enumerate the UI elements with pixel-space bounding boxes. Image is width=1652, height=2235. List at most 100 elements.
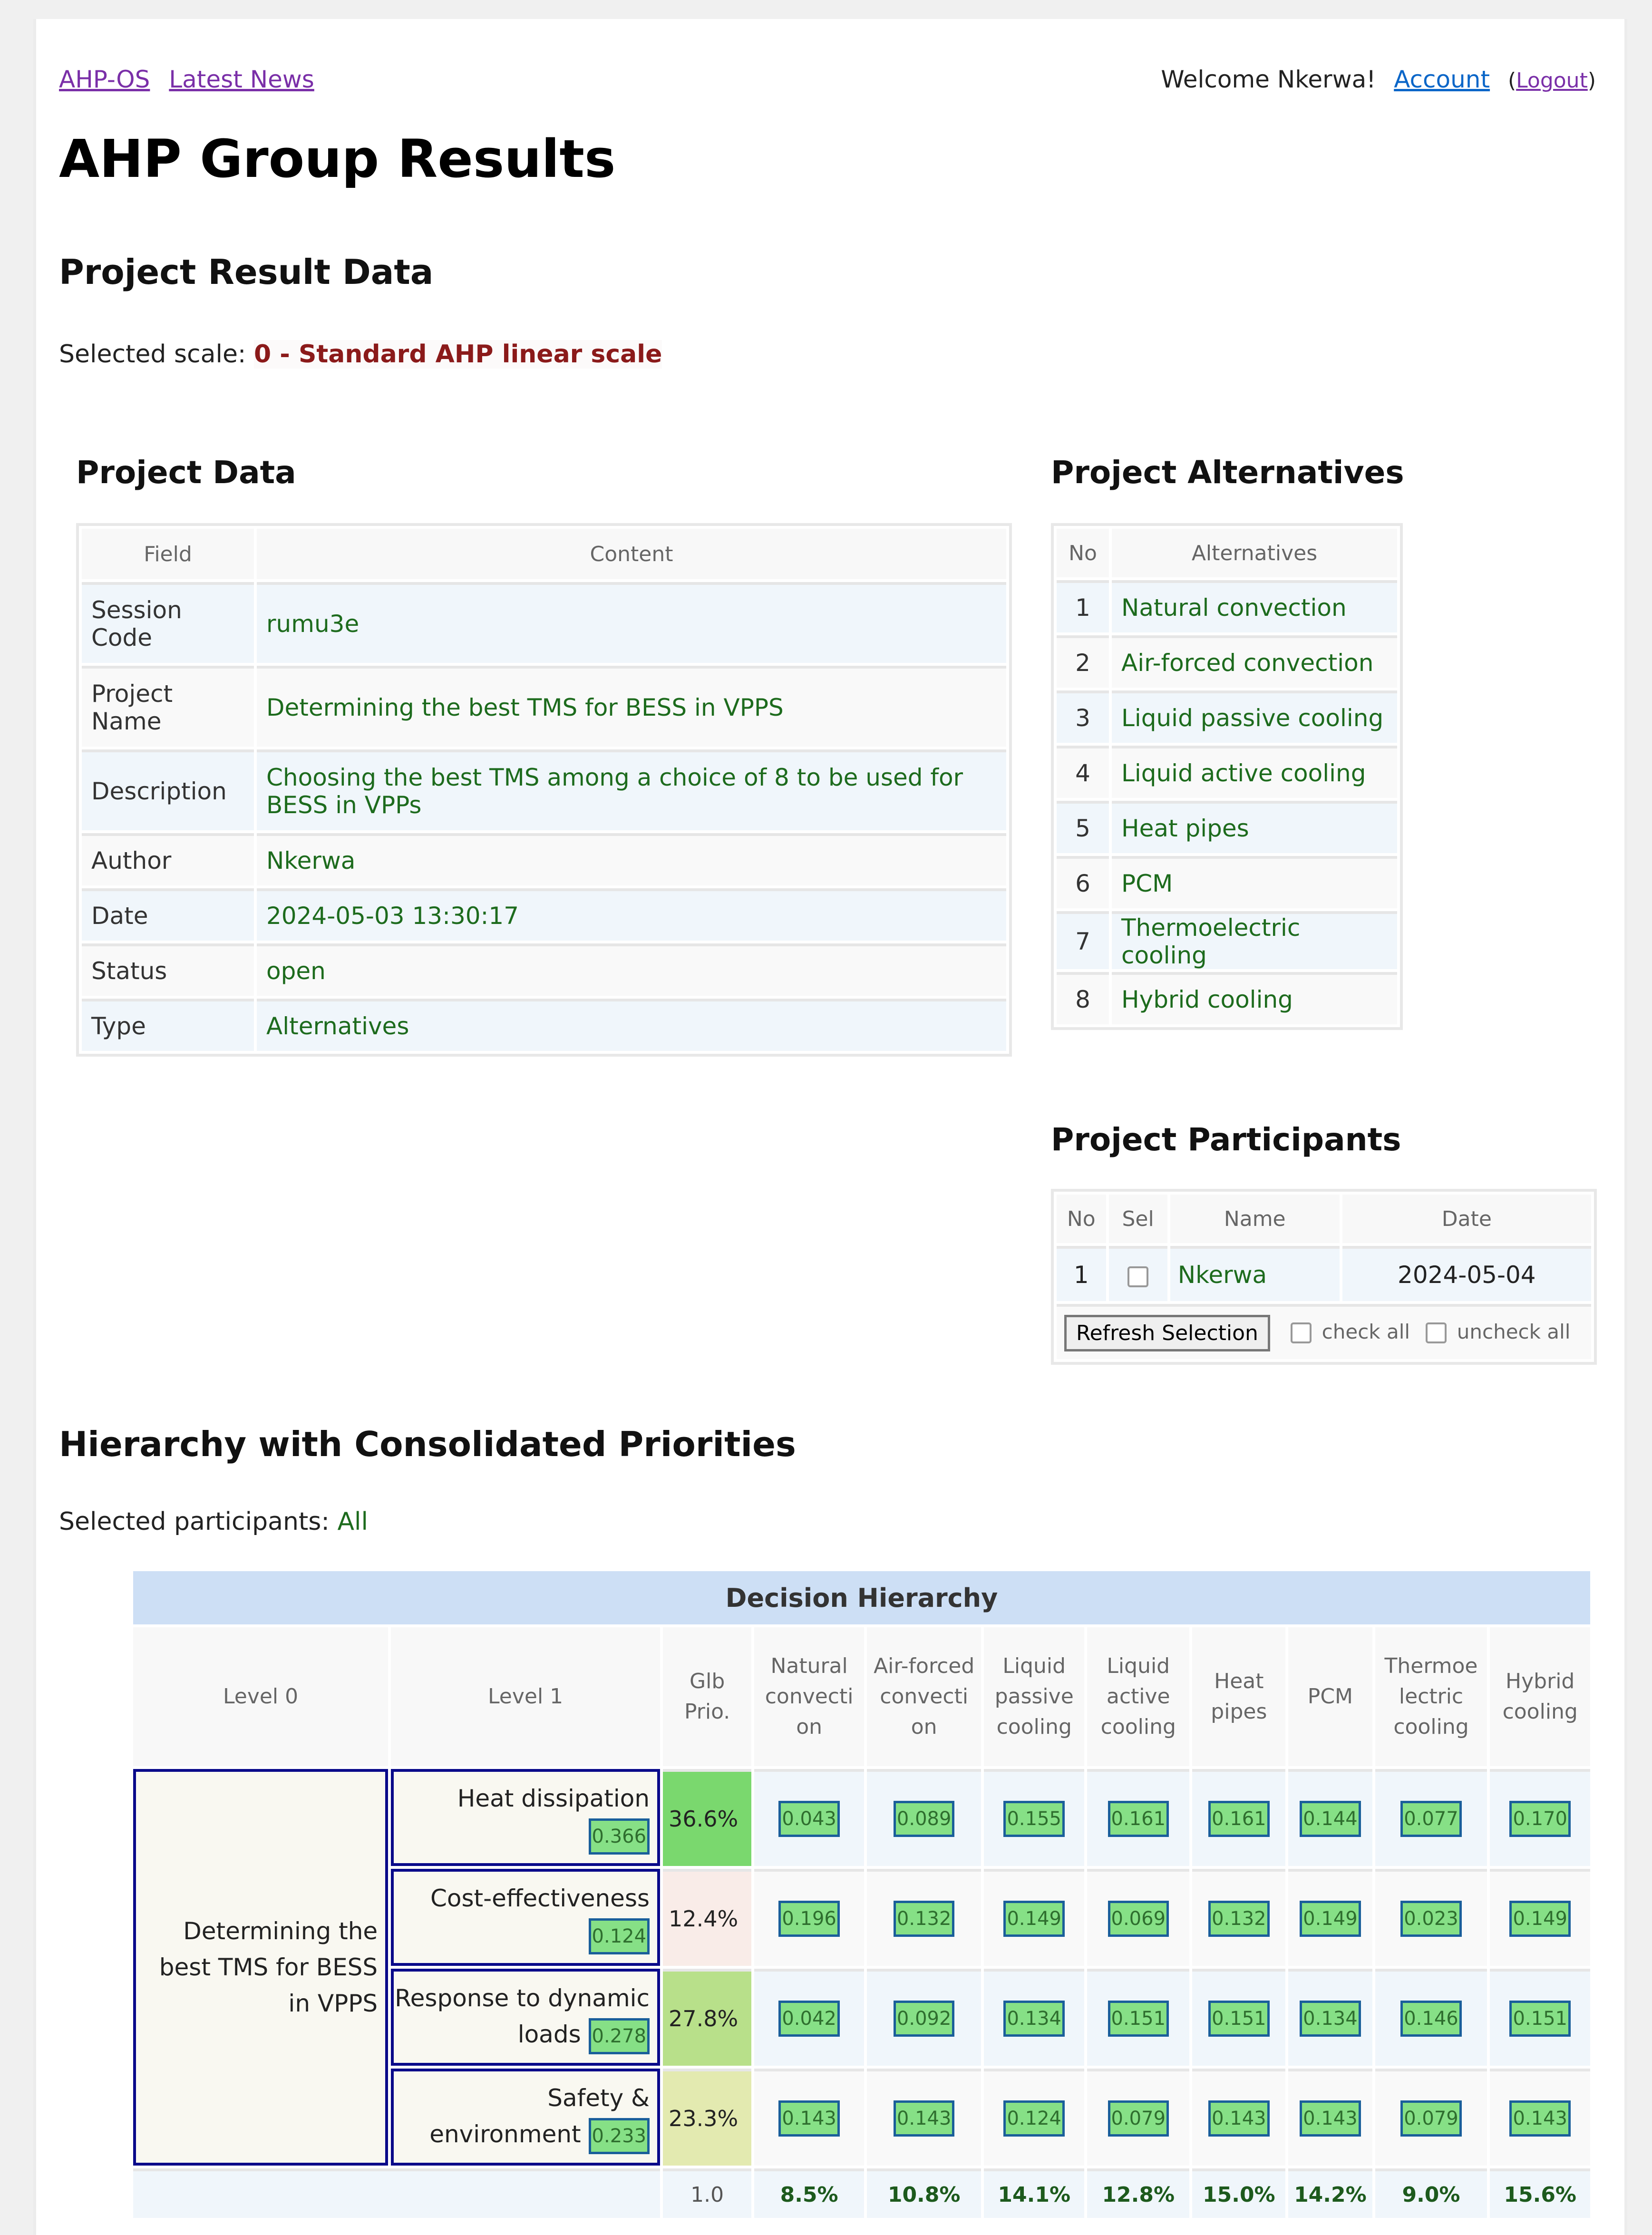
field-label: Type	[82, 999, 254, 1051]
nav-link-ahp-os[interactable]: AHP-OS	[59, 66, 150, 93]
local-priority-cell: 0.149	[1490, 1869, 1590, 1966]
welcome-text: Welcome Nkerwa!	[1161, 66, 1376, 93]
project-data-row: Description Choosing the best TMS among …	[82, 749, 1006, 830]
field-label: Status	[82, 943, 254, 996]
criterion-name: Heat dissipation	[457, 1785, 650, 1812]
participants-heading: Project Participants	[1051, 1121, 1401, 1158]
local-priority-badge: 0.143	[1509, 2100, 1571, 2137]
field-label: Project Name	[82, 666, 254, 747]
participant-date: 2024-05-04	[1342, 1246, 1591, 1301]
local-priority-cell: 0.079	[1375, 2069, 1487, 2166]
project-data-heading: Project Data	[76, 454, 296, 491]
project-data-row: Date 2024-05-03 13:30:17	[82, 888, 1006, 941]
local-priority-cell: 0.042	[754, 1969, 864, 2066]
check-all-label: check all	[1322, 1320, 1410, 1343]
alternative-row: 5 Heat pipes	[1057, 801, 1397, 853]
decision-hierarchy-table: Decision Hierarchy Level 0 Level 1 Glb Pri…	[130, 1568, 1593, 2221]
alternative-total: 14.1%	[984, 2168, 1085, 2218]
hierarchy-heading: Hierarchy with Consolidated Priorities	[59, 1424, 796, 1464]
hierarchy-col-header: Liquid passive cooling	[984, 1627, 1085, 1766]
local-priority-cell: 0.143	[866, 2069, 981, 2166]
selected-participants-label: Selected participants:	[59, 1507, 338, 1536]
participant-select-checkbox[interactable]	[1127, 1266, 1149, 1287]
nav-link-latest-news[interactable]: Latest News	[169, 66, 314, 93]
local-priority-cell: 0.149	[1288, 1869, 1372, 1966]
field-value: open	[257, 943, 1006, 996]
local-priority-badge: 0.077	[1400, 1801, 1462, 1837]
alternative-no: 2	[1057, 635, 1109, 688]
local-priority-badge: 0.143	[1300, 2100, 1361, 2137]
hierarchy-col-header: Level 0	[133, 1627, 389, 1766]
hierarchy-col-header: Thermoe lectric cooling	[1375, 1627, 1487, 1766]
alternative-row: 4 Liquid active cooling	[1057, 746, 1397, 798]
local-priority-badge: 0.143	[778, 2100, 840, 2137]
local-priority-cell: 0.143	[754, 2069, 864, 2166]
alternative-row: 7 Thermoelectric cooling	[1057, 911, 1397, 969]
alternative-row: 2 Air-forced convection	[1057, 635, 1397, 688]
logout-link[interactable]: Logout	[1516, 68, 1588, 93]
alternative-total: 8.5%	[754, 2168, 864, 2218]
hierarchy-col-header: Hybrid cooling	[1490, 1627, 1590, 1766]
local-priority-cell: 0.043	[754, 1769, 864, 1866]
criterion-weight-badge: 0.366	[588, 1818, 650, 1855]
criterion-cell: Safety & environment 0.233	[391, 2069, 661, 2166]
global-priority: 12.4%	[663, 1869, 752, 1966]
global-priority: 36.6%	[663, 1769, 752, 1866]
local-priority-cell: 0.134	[984, 1969, 1085, 2066]
selection-controls: Refresh Selection check all uncheck all	[1057, 1304, 1591, 1359]
local-priority-cell: 0.196	[754, 1869, 864, 1966]
project-data-row: Status open	[82, 943, 1006, 996]
alternative-no: 5	[1057, 801, 1109, 853]
level0-goal: Determining the best TMS for BESS in VPP…	[133, 1769, 389, 2166]
project-data-table: Field Content Session Code rumu3e Project…	[76, 523, 1012, 1057]
criterion-cell: Heat dissipation 0.366	[391, 1769, 661, 1866]
alternative-row: 8 Hybrid cooling	[1057, 972, 1397, 1024]
col-header-name: Name	[1170, 1195, 1340, 1243]
page-title: AHP Group Results	[59, 128, 616, 189]
field-label: Description	[82, 749, 254, 830]
criterion-row: Determining the best TMS for BESS in VPP…	[133, 1769, 1590, 2166]
alternative-row: 6 PCM	[1057, 856, 1397, 908]
global-priority: 27.8%	[663, 1969, 752, 2066]
alternative-no: 6	[1057, 856, 1109, 908]
local-priority-cell: 0.146	[1375, 1969, 1487, 2066]
local-priority-cell: 0.124	[984, 2069, 1085, 2166]
field-label: Author	[82, 833, 254, 885]
col-header-content: Content	[257, 529, 1006, 579]
local-priority-cell: 0.155	[984, 1769, 1085, 1866]
local-priority-badge: 0.042	[778, 2001, 840, 2037]
check-all-checkbox[interactable]	[1291, 1322, 1312, 1343]
local-priority-badge: 0.161	[1108, 1801, 1169, 1837]
uncheck-all-label: uncheck all	[1457, 1320, 1571, 1343]
local-priority-badge: 0.134	[1003, 2001, 1065, 2037]
alternatives-heading: Project Alternatives	[1051, 454, 1404, 491]
local-priority-cell: 0.143	[1490, 2069, 1590, 2166]
criterion-weight-badge: 0.278	[588, 2018, 650, 2054]
local-priority-badge: 0.146	[1400, 2001, 1462, 2037]
field-value: rumu3e	[257, 582, 1006, 663]
project-data-row: Type Alternatives	[82, 999, 1006, 1051]
field-value: 2024-05-03 13:30:17	[257, 888, 1006, 941]
local-priority-badge: 0.079	[1400, 2100, 1462, 2137]
local-priority-badge: 0.151	[1208, 2001, 1270, 2037]
local-priority-cell: 0.089	[866, 1769, 981, 1866]
project-data-row: Project Name Determining the best TMS fo…	[82, 666, 1006, 747]
alternative-row: 1 Natural convection	[1057, 580, 1397, 632]
local-priority-cell: 0.079	[1087, 2069, 1190, 2166]
hierarchy-col-header: Level 1	[391, 1627, 661, 1766]
account-link[interactable]: Account	[1394, 66, 1490, 93]
local-priority-badge: 0.155	[1003, 1801, 1065, 1837]
alternative-name: Liquid passive cooling	[1112, 690, 1397, 743]
uncheck-all-checkbox[interactable]	[1426, 1322, 1447, 1343]
hierarchy-col-header: Natural convecti on	[754, 1627, 864, 1766]
refresh-selection-button[interactable]: Refresh Selection	[1064, 1314, 1270, 1351]
alternative-name: Natural convection	[1112, 580, 1397, 632]
local-priority-badge: 0.069	[1108, 1901, 1169, 1937]
hierarchy-caption: Decision Hierarchy	[133, 1571, 1590, 1624]
local-priority-cell: 0.149	[984, 1869, 1085, 1966]
local-priority-badge: 0.079	[1108, 2100, 1169, 2137]
top-nav: AHP-OS Latest News	[59, 66, 326, 93]
participant-no: 1	[1057, 1246, 1106, 1301]
local-priority-cell: 0.161	[1192, 1769, 1286, 1866]
local-priority-cell: 0.023	[1375, 1869, 1487, 1966]
